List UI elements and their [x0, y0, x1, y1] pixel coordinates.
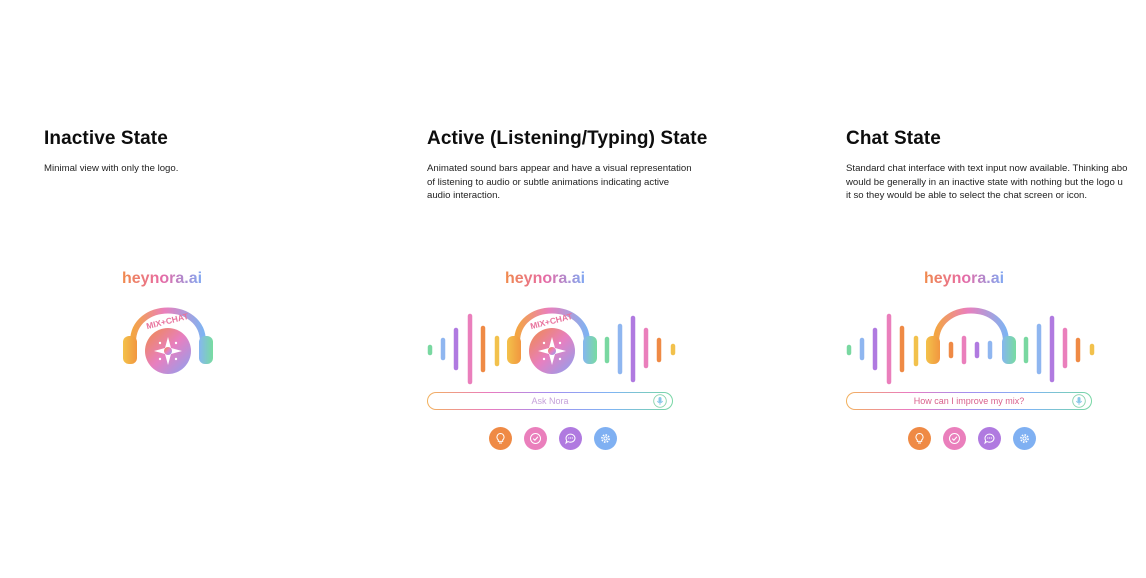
- check-button[interactable]: [943, 427, 966, 450]
- brand-wordmark: heynora.ai: [505, 270, 586, 287]
- chat-state-panel: Chat State Standard chat interface with …: [846, 0, 1146, 578]
- brand-wordmark: heynora.ai: [122, 270, 203, 287]
- description-line: it so they would be able to select the c…: [846, 190, 1088, 201]
- lightbulb-icon: [496, 432, 505, 444]
- microphone-icon[interactable]: [1072, 394, 1086, 408]
- active-state-panel: Active (Listening/Typing) State Animated…: [427, 0, 807, 578]
- lightbulb-button[interactable]: [489, 427, 512, 450]
- state-title: Chat State: [846, 128, 941, 149]
- settings-gear-icon: [1020, 434, 1029, 443]
- description-line: would be generally in an inactive state …: [846, 176, 1123, 188]
- quick-actions: [489, 427, 617, 450]
- headphones-outline-icon[interactable]: [925, 292, 1017, 374]
- inactive-state-panel: Inactive State Minimal view with only th…: [44, 0, 384, 578]
- heynora-logo-icon[interactable]: [122, 292, 214, 374]
- lightbulb-icon: [915, 432, 924, 444]
- chat-message-input[interactable]: [869, 394, 1069, 408]
- chat-bubble-icon: [565, 433, 576, 445]
- description-line: Standard chat interface with text input …: [846, 163, 1128, 174]
- state-description: Minimal view with only the logo.: [44, 163, 179, 174]
- settings-gear-icon: [601, 434, 610, 443]
- check-button[interactable]: [524, 427, 547, 450]
- ask-nora-input[interactable]: [450, 394, 650, 408]
- ask-input-box[interactable]: [427, 392, 673, 410]
- chat-bubble-icon: [984, 433, 995, 445]
- state-description: Animated sound bars appear and have a vi…: [427, 163, 692, 201]
- quick-actions: [908, 427, 1036, 450]
- check-circle-icon: [949, 433, 960, 444]
- check-circle-icon: [530, 433, 541, 444]
- brand-wordmark: heynora.ai: [924, 270, 1005, 287]
- state-title: Inactive State: [44, 128, 168, 149]
- microphone-icon[interactable]: [653, 394, 667, 408]
- state-title: Active (Listening/Typing) State: [427, 128, 708, 149]
- settings-button[interactable]: [1013, 427, 1036, 450]
- chat-button[interactable]: [559, 427, 582, 450]
- state-description: Standard chat interface with text input …: [846, 162, 1146, 203]
- settings-button[interactable]: [594, 427, 617, 450]
- chat-button[interactable]: [978, 427, 1001, 450]
- chat-input-box[interactable]: [846, 392, 1092, 410]
- heynora-logo-icon[interactable]: [506, 292, 598, 374]
- lightbulb-button[interactable]: [908, 427, 931, 450]
